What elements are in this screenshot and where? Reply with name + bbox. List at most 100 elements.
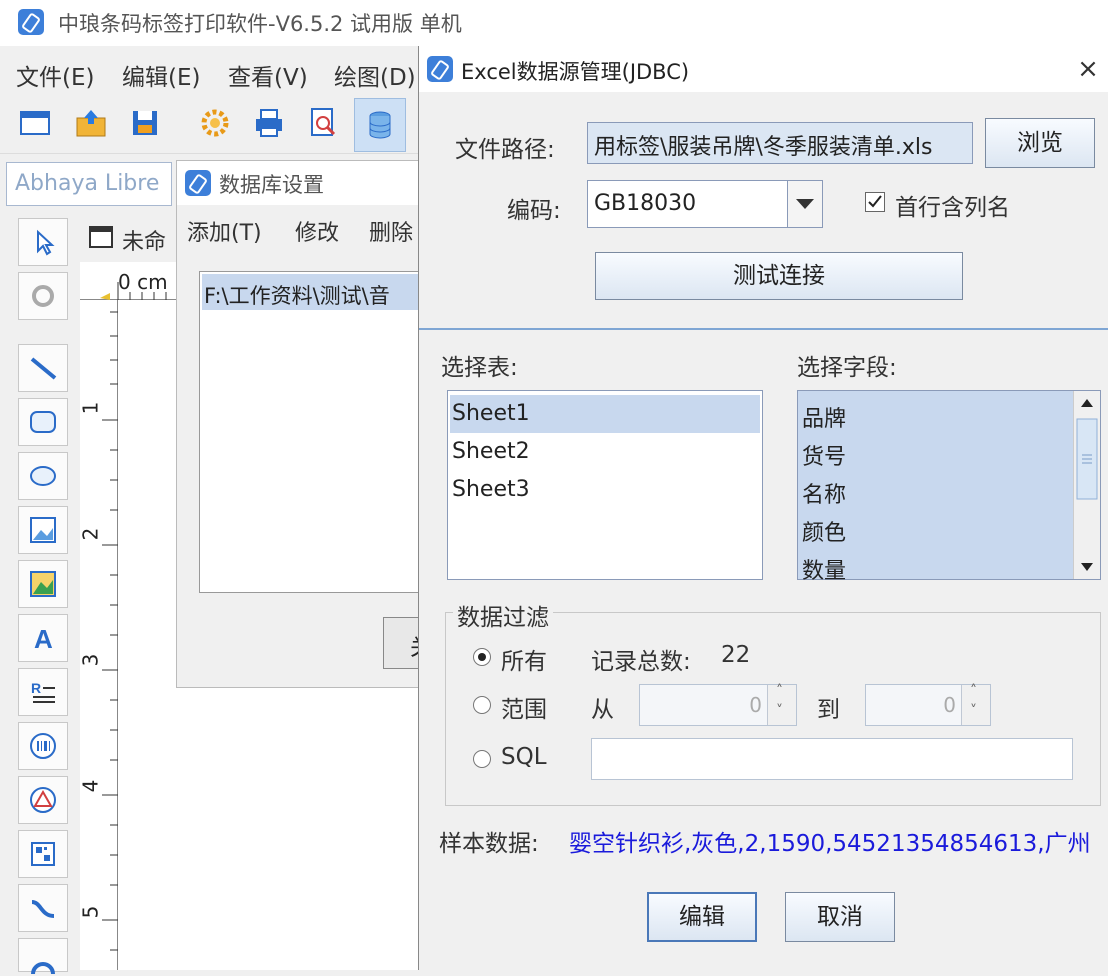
spinner-arrows-icon[interactable]: [961, 683, 990, 725]
range-to-value: 0: [943, 693, 956, 717]
field-row-quantity[interactable]: 数量: [800, 547, 1070, 585]
filter-range-radio[interactable]: [473, 696, 491, 714]
database-source-item[interactable]: F:\工作资料\测试\音: [202, 274, 428, 310]
svg-text:R: R: [31, 680, 41, 696]
separator-line: [419, 328, 1108, 330]
range-from-spinner[interactable]: 0: [639, 683, 797, 726]
dialog-logo-icon: [427, 56, 453, 82]
curve-tool[interactable]: [18, 884, 68, 932]
document-icon: [89, 226, 113, 248]
ellipse-tool[interactable]: [18, 452, 68, 500]
db-menu-add[interactable]: 添加(T): [187, 215, 262, 247]
file-path-label: 文件路径:: [455, 137, 555, 163]
range-from-value: 0: [749, 693, 762, 717]
dialog-logo-icon: [185, 170, 211, 196]
encoding-value: GB18030: [594, 191, 697, 216]
range-to-spinner[interactable]: 0: [865, 683, 991, 726]
chevron-down-icon[interactable]: [787, 181, 822, 227]
sample-data-label: 样本数据:: [439, 831, 539, 857]
document-tab-label: 未命: [122, 230, 167, 255]
rotate-tool: [18, 272, 68, 320]
spinner-arrows-icon[interactable]: [767, 683, 796, 725]
select-table-label: 选择表:: [441, 355, 518, 381]
ruler-mark-1: 1: [78, 401, 103, 415]
file-path-input[interactable]: 用标签\服装吊牌\冬季服装清单.xls: [587, 122, 973, 164]
rich-text-tool[interactable]: R: [18, 668, 68, 716]
close-icon[interactable]: ×: [1073, 54, 1103, 84]
app-title-bar: 中琅条码标签打印软件-V6.5.2 试用版 单机: [0, 0, 1108, 46]
header-checkbox-label: 首行含列名: [895, 195, 1010, 221]
ruler-mark-4: 4: [78, 779, 103, 793]
main-menubar: 文件(E) 编辑(E) 查看(V) 绘图(D): [0, 46, 420, 96]
db-menu-delete[interactable]: 删除: [369, 215, 413, 247]
encoding-label: 编码:: [507, 198, 561, 224]
range-from-label: 从: [591, 697, 614, 723]
field-list-scrollbar[interactable]: [1073, 391, 1100, 579]
test-connection-button[interactable]: 测试连接: [595, 252, 963, 300]
table-row-sheet1[interactable]: Sheet1: [450, 395, 760, 433]
header-checkbox[interactable]: [865, 192, 885, 212]
table-row-sheet2[interactable]: Sheet2: [450, 433, 760, 471]
record-count-value: 22: [721, 642, 751, 668]
ruler-mark-5: 5: [78, 905, 103, 919]
print-preview-icon[interactable]: [306, 106, 342, 142]
svg-text:A: A: [34, 624, 53, 652]
open-folder-icon[interactable]: [74, 106, 110, 142]
field-list[interactable]: 品牌 货号 名称 颜色 数量: [797, 390, 1101, 584]
print-icon[interactable]: [252, 106, 288, 142]
table-row-sheet3[interactable]: Sheet3: [450, 471, 760, 509]
sql-input[interactable]: [591, 738, 1073, 780]
shape-tool[interactable]: [18, 776, 68, 824]
arc-tool[interactable]: [18, 938, 68, 975]
menu-draw[interactable]: 绘图(D): [334, 58, 416, 92]
filter-all-radio[interactable]: [473, 648, 491, 666]
select-field-label: 选择字段:: [797, 355, 897, 381]
database-settings-title: 数据库设置: [219, 173, 324, 197]
field-row-color[interactable]: 颜色: [800, 509, 1070, 547]
barcode-tool[interactable]: [18, 722, 68, 770]
menu-edit[interactable]: 编辑(E): [122, 58, 200, 92]
database-settings-title-bar: 数据库设置: [177, 161, 421, 205]
select-pointer-tool[interactable]: [18, 218, 68, 266]
new-document-icon[interactable]: [18, 106, 54, 142]
save-icon[interactable]: [128, 106, 164, 142]
field-row-brand[interactable]: 品牌: [800, 395, 1070, 433]
database-icon[interactable]: [354, 98, 406, 152]
drawing-toolbox: A R: [16, 216, 72, 975]
app-title: 中琅条码标签打印软件-V6.5.2 试用版 单机: [58, 12, 462, 36]
filter-sql-label: SQL: [501, 744, 547, 770]
picture-tool[interactable]: [18, 560, 68, 608]
vertical-ruler: 1 2 3 4 5: [78, 300, 118, 970]
data-filter-label: 数据过滤: [453, 598, 553, 632]
app-logo-icon: [18, 9, 44, 35]
document-tab[interactable]: 未命: [80, 216, 180, 260]
edit-button[interactable]: 编辑: [647, 892, 757, 942]
filter-sql-radio[interactable]: [473, 750, 491, 768]
browse-button[interactable]: 浏览: [985, 118, 1095, 168]
rounded-rectangle-tool[interactable]: [18, 398, 68, 446]
line-tool[interactable]: [18, 344, 68, 392]
field-row-item-no[interactable]: 货号: [800, 433, 1070, 471]
record-count-label: 记录总数:: [591, 649, 691, 675]
database-settings-dialog: 数据库设置 添加(T) 修改 删除 F:\工作资料\测试\音 关: [176, 160, 435, 688]
image-tool[interactable]: [18, 506, 68, 554]
text-tool[interactable]: A: [18, 614, 68, 662]
ruler-mark-2: 2: [78, 527, 103, 541]
menu-file[interactable]: 文件(E): [16, 58, 94, 92]
db-menu-modify[interactable]: 修改: [295, 215, 339, 247]
qr-code-tool[interactable]: [18, 830, 68, 878]
table-list[interactable]: Sheet1 Sheet2 Sheet3: [447, 390, 763, 580]
field-row-name[interactable]: 名称: [800, 471, 1070, 509]
filter-all-label: 所有: [501, 649, 547, 675]
database-source-list[interactable]: F:\工作资料\测试\音: [199, 271, 431, 593]
main-toolbar: [0, 96, 420, 154]
checkmark-icon: [868, 195, 882, 208]
cancel-button[interactable]: 取消: [785, 892, 895, 942]
settings-gear-icon[interactable]: [198, 106, 234, 142]
sample-data-value: 婴空针织衫,灰色,2,1590,54521354854613,广州: [569, 831, 1091, 857]
excel-dialog-title: Excel数据源管理(JDBC): [461, 60, 690, 84]
font-name-input[interactable]: Abhaya Libre: [6, 162, 172, 206]
menu-view[interactable]: 查看(V): [228, 58, 308, 92]
range-to-label: 到: [817, 697, 840, 723]
encoding-select[interactable]: GB18030: [587, 180, 823, 228]
